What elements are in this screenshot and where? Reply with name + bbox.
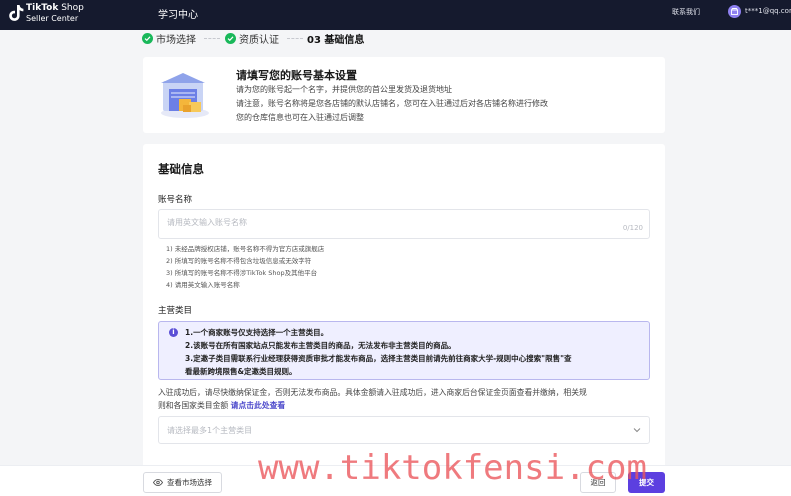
notice-line: 2.该账号在所有国家站点只能发布主营类目的商品，无法发布非主营类目的商品。 <box>185 341 456 350</box>
intro-line: 请注意，账号名称将是您各店铺的默认店铺名，您可在入驻通过后对各店铺名称进行修改 <box>236 99 548 108</box>
account-name-rule: 1) 未经品牌授权店铺，账号名称不得为官方店或旗舰店 <box>166 245 325 253</box>
category-notice: i 1.一个商家账号仅支持选择一个主营类目。 2.该账号在所有国家站点只能发布主… <box>158 321 650 380</box>
tiktok-shop-logo[interactable]: TikTok Shop Seller Center <box>8 2 98 26</box>
contact-us-link[interactable]: 联系我们 <box>672 7 700 17</box>
account-name-rule: 2) 所填写的账号名称不得包含垃圾信息或无效字符 <box>166 257 312 265</box>
section-title: 基础信息 <box>158 162 204 176</box>
step-basic-info: 03 基础信息 <box>307 35 365 46</box>
step-divider <box>204 38 220 39</box>
nav-learning-center[interactable]: 学习中心 <box>158 6 198 21</box>
logo-text-seller-center: Seller Center <box>26 14 79 23</box>
step-market-selection: 市场选择 <box>142 31 196 46</box>
main-category-select[interactable]: 请选择最多1个主营类目 <box>158 416 650 444</box>
store-icon <box>731 8 738 15</box>
eye-icon <box>153 479 163 486</box>
view-market-label: 查看市场选择 <box>167 478 212 487</box>
step-qualification: 资质认证 <box>225 31 279 46</box>
view-market-button[interactable]: 查看市场选择 <box>143 472 222 493</box>
top-navigation-bar: TikTok Shop Seller Center 学习中心 联系我们 t***… <box>0 0 791 30</box>
tiktok-logo-icon <box>9 5 24 21</box>
deposit-info-text: 则和各国家类目金额 <box>158 401 231 410</box>
warehouse-illustration-icon <box>161 73 209 118</box>
deposit-info: 入驻成功后，请尽快缴纳保证金，否则无法发布商品。具体金额请入驻成功后，进入商家后… <box>158 388 587 397</box>
avatar[interactable] <box>728 5 741 18</box>
notice-line: 1.一个商家账号仅支持选择一个主营类目。 <box>185 328 329 337</box>
onboarding-steps: 市场选择 资质认证 03 基础信息 <box>142 31 542 47</box>
notice-line: 看最新跨境限售&定邀类目规则。 <box>185 367 297 376</box>
intro-line: 请为您的账号起一个名字，并提供您的首公里发货及退货地址 <box>236 85 452 94</box>
step-label: 市场选择 <box>156 35 196 46</box>
deposit-details-link[interactable]: 请点击此处查看 <box>231 401 286 410</box>
info-icon: i <box>169 328 178 337</box>
account-name-input[interactable] <box>167 218 607 227</box>
step-divider <box>287 38 303 39</box>
check-circle-icon <box>225 33 236 44</box>
character-counter: 0/120 <box>622 224 643 232</box>
basic-info-form: 基础信息 账号名称 0/120 1) 未经品牌授权店铺，账号名称不得为官方店或旗… <box>143 144 665 474</box>
intro-line: 您的仓库信息也可在入驻通过后调整 <box>236 113 364 122</box>
account-name-field[interactable]: 0/120 <box>158 209 650 239</box>
step-label: 资质认证 <box>239 35 279 46</box>
intro-title: 请填写您的账号基本设置 <box>236 69 357 82</box>
main-category-label: 主营类目 <box>158 306 193 316</box>
back-button[interactable]: 返回 <box>580 472 616 493</box>
notice-line: 3.定邀子类目需联系行业经理获得资质审批才能发布商品，选择主营类目前请先前往商家… <box>185 354 572 363</box>
account-name-rule: 4) 请用英文输入账号名称 <box>166 281 240 289</box>
category-select-placeholder: 请选择最多1个主营类目 <box>167 426 253 435</box>
intro-card: 请填写您的账号基本设置 请为您的账号起一个名字，并提供您的首公里发货及退货地址 … <box>143 57 665 133</box>
submit-button[interactable]: 提交 <box>628 472 665 493</box>
check-circle-icon <box>142 33 153 44</box>
account-name-label: 账号名称 <box>158 195 193 205</box>
chevron-down-icon <box>633 428 641 433</box>
account-name-rule: 3) 所填写的账号名称不得涉TikTok Shop及其他平台 <box>166 269 318 277</box>
logo-text-brand: TikTok Shop <box>26 3 84 13</box>
bottom-action-bar: 查看市场选择 返回 提交 <box>0 465 791 496</box>
account-email[interactable]: t***1@qq.com <box>745 7 791 15</box>
deposit-info: 则和各国家类目金额 请点击此处查看 <box>158 400 285 411</box>
